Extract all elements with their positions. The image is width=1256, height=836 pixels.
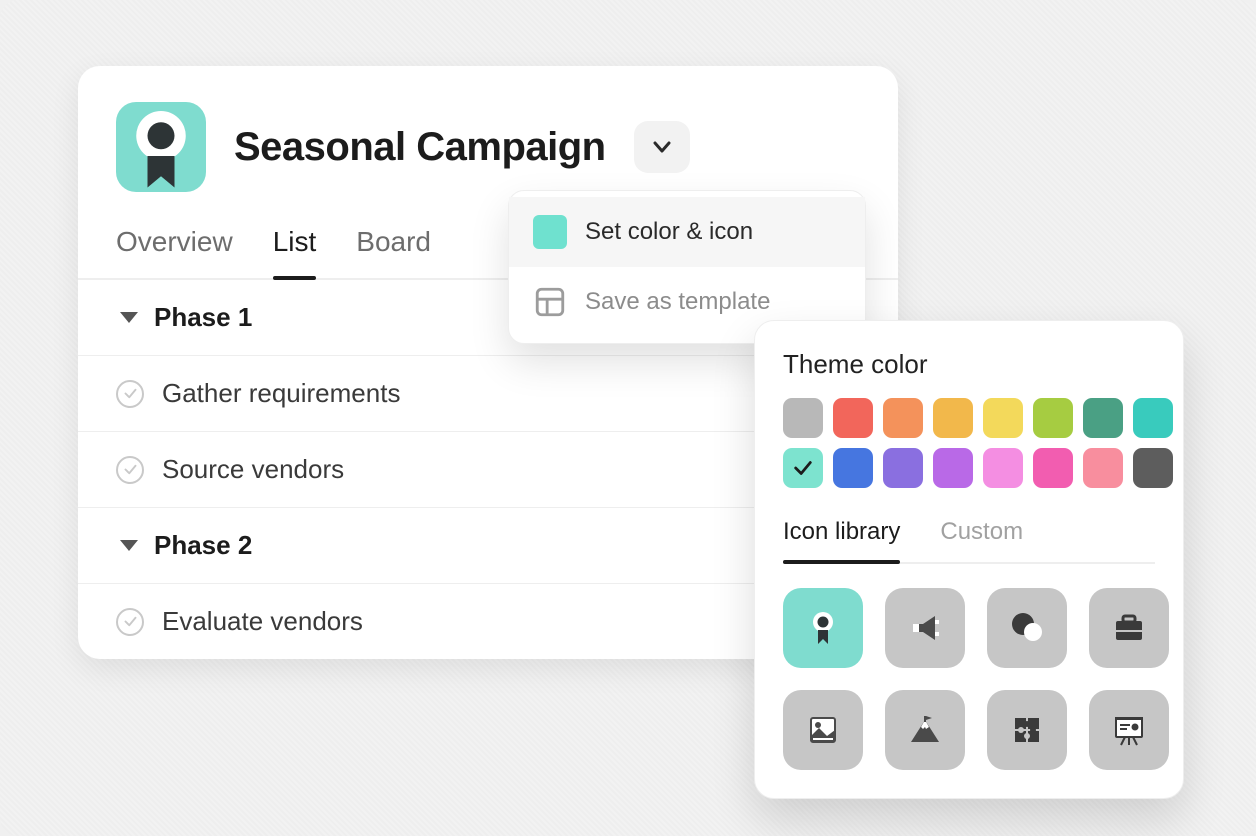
color-swatch[interactable] bbox=[983, 398, 1023, 438]
menu-item-label: Save as template bbox=[585, 288, 770, 316]
icon-library-grid bbox=[783, 588, 1155, 790]
icon-option-mountain[interactable] bbox=[885, 690, 965, 770]
puzzle-icon bbox=[1007, 710, 1047, 750]
check-circle-icon[interactable] bbox=[116, 380, 144, 408]
section-title: Phase 2 bbox=[154, 530, 252, 561]
icon-option-image[interactable] bbox=[783, 690, 863, 770]
check-circle-icon[interactable] bbox=[116, 608, 144, 636]
project-title: Seasonal Campaign bbox=[234, 125, 606, 170]
color-swatch[interactable] bbox=[883, 398, 923, 438]
icon-option-badge[interactable] bbox=[783, 588, 863, 668]
color-swatch-grid bbox=[783, 398, 1155, 488]
task-title: Evaluate vendors bbox=[162, 606, 363, 637]
color-swatch[interactable] bbox=[833, 448, 873, 488]
project-header: Seasonal Campaign bbox=[78, 66, 898, 210]
tab-board[interactable]: Board bbox=[356, 216, 431, 278]
color-swatch[interactable] bbox=[1033, 448, 1073, 488]
project-icon-badge[interactable] bbox=[116, 102, 206, 192]
check-icon bbox=[792, 457, 814, 479]
chevron-down-icon bbox=[650, 135, 674, 159]
mountain-icon bbox=[905, 710, 945, 750]
color-icon-picker: Theme color Icon library Custom bbox=[754, 320, 1184, 799]
color-swatch[interactable] bbox=[933, 448, 973, 488]
color-swatch[interactable] bbox=[833, 398, 873, 438]
picker-tab-custom[interactable]: Custom bbox=[940, 518, 1023, 562]
color-swatch[interactable] bbox=[933, 398, 973, 438]
picker-tabs: Icon library Custom bbox=[783, 518, 1155, 564]
badge-icon bbox=[116, 102, 206, 192]
task-title: Gather requirements bbox=[162, 378, 400, 409]
tab-overview[interactable]: Overview bbox=[116, 216, 233, 278]
section-title: Phase 1 bbox=[154, 302, 252, 333]
color-swatch[interactable] bbox=[783, 448, 823, 488]
picker-tab-icon-library[interactable]: Icon library bbox=[783, 518, 900, 562]
theme-color-heading: Theme color bbox=[783, 349, 1155, 380]
icon-option-briefcase[interactable] bbox=[1089, 588, 1169, 668]
template-icon bbox=[533, 285, 567, 319]
color-swatch-icon bbox=[533, 215, 567, 249]
presentation-icon bbox=[1109, 710, 1149, 750]
color-swatch[interactable] bbox=[1033, 398, 1073, 438]
icon-option-chat[interactable] bbox=[987, 588, 1067, 668]
icon-option-puzzle[interactable] bbox=[987, 690, 1067, 770]
color-swatch[interactable] bbox=[1083, 448, 1123, 488]
color-swatch[interactable] bbox=[1133, 448, 1173, 488]
check-circle-icon[interactable] bbox=[116, 456, 144, 484]
icon-option-megaphone[interactable] bbox=[885, 588, 965, 668]
color-swatch[interactable] bbox=[883, 448, 923, 488]
color-swatch[interactable] bbox=[783, 398, 823, 438]
caret-down-icon bbox=[120, 540, 138, 551]
menu-item-label: Set color & icon bbox=[585, 218, 753, 246]
color-swatch[interactable] bbox=[1083, 398, 1123, 438]
caret-down-icon bbox=[120, 312, 138, 323]
briefcase-icon bbox=[1109, 608, 1149, 648]
task-title: Source vendors bbox=[162, 454, 344, 485]
image-icon bbox=[803, 710, 843, 750]
chat-icon bbox=[1007, 608, 1047, 648]
color-swatch[interactable] bbox=[983, 448, 1023, 488]
megaphone-icon bbox=[905, 608, 945, 648]
menu-item-set-color-icon[interactable]: Set color & icon bbox=[509, 197, 865, 267]
tab-list[interactable]: List bbox=[273, 216, 317, 278]
icon-option-presentation[interactable] bbox=[1089, 690, 1169, 770]
project-menu-toggle[interactable] bbox=[634, 121, 690, 173]
badge-icon bbox=[803, 608, 843, 648]
color-swatch[interactable] bbox=[1133, 398, 1173, 438]
